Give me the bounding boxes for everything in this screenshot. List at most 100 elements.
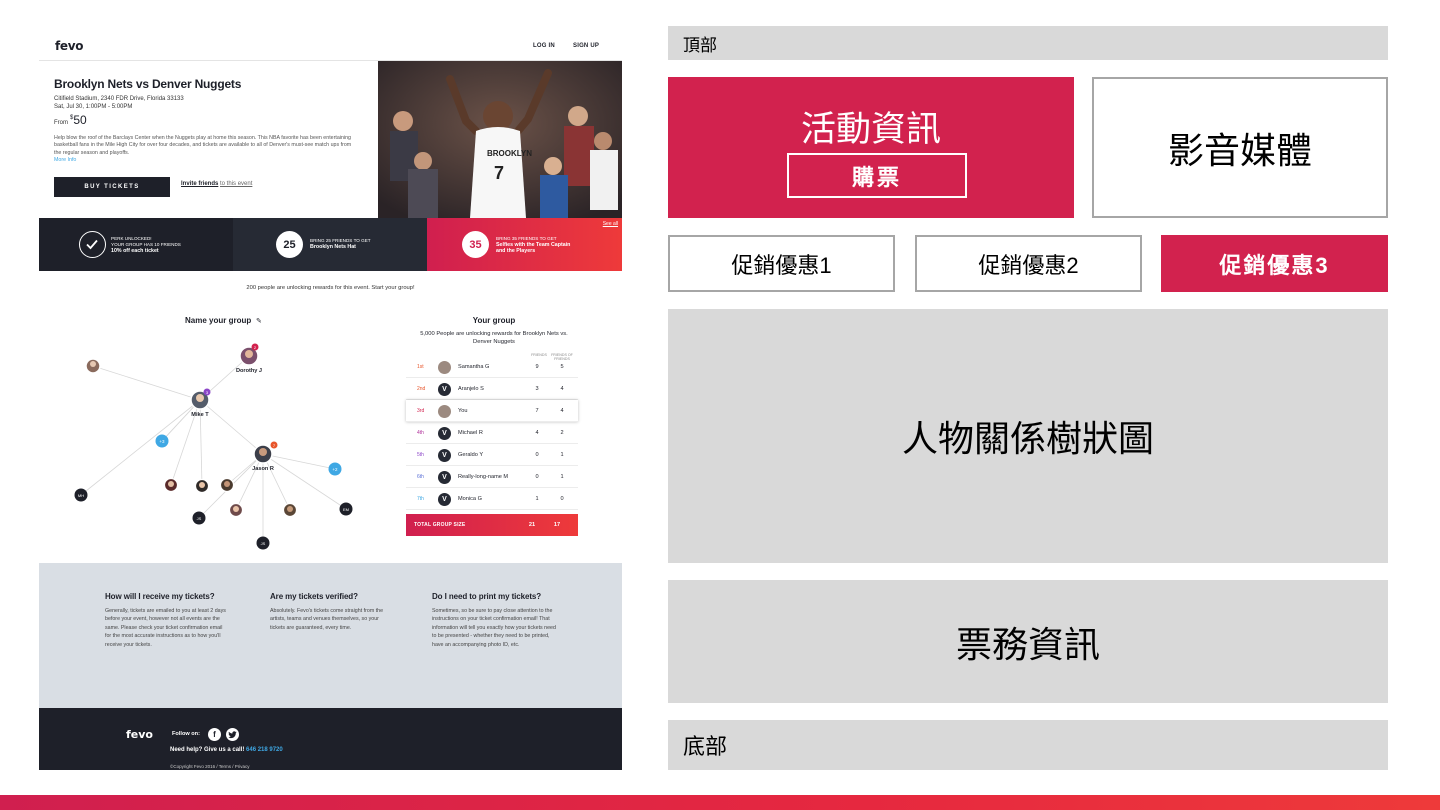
phone-link[interactable]: 646 218 9720 bbox=[246, 747, 283, 753]
brand-accent-bar bbox=[0, 795, 1440, 810]
login-link[interactable]: LOG IN bbox=[533, 43, 555, 49]
tree-node-initials[interactable]: MH bbox=[78, 493, 84, 498]
rank-position: 6th bbox=[417, 474, 424, 480]
help-line: Need help? Give us a call! 646 218 9720 bbox=[170, 747, 283, 753]
total-friends: 21 bbox=[528, 522, 536, 528]
perk-count-badge: 25 bbox=[276, 231, 303, 258]
member-friends: 0 bbox=[535, 452, 539, 458]
member-name: Michael R bbox=[458, 430, 483, 436]
leaderboard-row[interactable]: 3rd You 7 4 bbox=[406, 400, 578, 422]
leaderboard-row[interactable]: 4th V Michael R 4 2 bbox=[406, 422, 578, 444]
event-venue: Citifield Stadium, 2340 FDR Drive, Flori… bbox=[54, 96, 184, 102]
wireframe-buy-button[interactable]: 購票 bbox=[787, 153, 967, 198]
perk-35-friends: See all 35 BRING 35 FRIENDS TO GET Selfi… bbox=[427, 218, 622, 271]
twitter-icon[interactable] bbox=[226, 728, 239, 741]
member-name: Aranjelo S bbox=[458, 386, 484, 392]
wireframe-header-block: 頂部 bbox=[668, 26, 1388, 60]
invite-friends-link[interactable]: Invite friends to this event bbox=[181, 181, 252, 187]
perk-count-badge: 35 bbox=[462, 231, 489, 258]
avatar[interactable] bbox=[253, 444, 273, 464]
avatar[interactable] bbox=[194, 478, 210, 494]
member-avatar bbox=[438, 405, 451, 418]
member-avatar: V bbox=[438, 427, 451, 440]
tree-node-label: Mike T bbox=[191, 412, 209, 418]
tree-node-initials[interactable]: EM bbox=[343, 507, 349, 512]
faq-section: How will I receive my tickets? Generally… bbox=[39, 563, 622, 708]
slide-canvas: fevo LOG IN SIGN UP Brooklyn Nets vs Den… bbox=[0, 0, 1440, 810]
member-name: Samantha G bbox=[458, 364, 490, 370]
tree-edge bbox=[199, 399, 264, 455]
avatar[interactable] bbox=[163, 477, 179, 493]
tree-node-more[interactable]: +3 bbox=[159, 439, 165, 444]
buy-tickets-button[interactable]: BUY TICKETS bbox=[54, 177, 170, 197]
member-name: Monica G bbox=[458, 496, 482, 502]
svg-text:7: 7 bbox=[494, 163, 504, 183]
member-name: Geraldo Y bbox=[458, 452, 484, 458]
more-info-link[interactable]: More Info bbox=[54, 157, 76, 163]
tree-edge bbox=[80, 399, 201, 496]
wireframe-event-info-label: 活動資訊 bbox=[800, 110, 941, 149]
fevo-logo[interactable]: fevo bbox=[55, 39, 84, 53]
group-name-title[interactable]: Name your group bbox=[185, 316, 251, 325]
member-name: Really-long-name M bbox=[458, 474, 509, 480]
member-fof: 1 bbox=[560, 452, 564, 458]
member-fof: 4 bbox=[560, 386, 564, 392]
leaderboard-row[interactable]: 7th V Monica G 1 0 bbox=[406, 488, 578, 510]
event-hero-photo: BROOKLYN 7 bbox=[378, 61, 622, 218]
site-footer: fevo Follow on: f Need help? Give us a c… bbox=[39, 708, 622, 770]
your-group-title: Your group bbox=[472, 316, 516, 325]
event-price: From $50 bbox=[54, 113, 364, 127]
member-friends: 1 bbox=[535, 496, 539, 502]
wireframe-promo-1: 促銷優惠1 bbox=[668, 235, 895, 292]
wireframe-ticket-info-block: 票務資訊 bbox=[668, 580, 1388, 703]
price-value: 50 bbox=[73, 113, 87, 127]
member-friends: 4 bbox=[535, 430, 539, 436]
rank-position: 7th bbox=[417, 496, 424, 502]
rank-position: 1st bbox=[417, 364, 424, 370]
leaderboard-table: 1st Samantha G 9 5 2nd V Aranjelo S 3 4 3rd You 7 4 4… bbox=[406, 356, 578, 510]
perk-25-friends: 25 BRING 25 FRIENDS TO GET Brooklyn Nets… bbox=[233, 218, 427, 271]
leaderboard-row[interactable]: 5th V Geraldo Y 0 1 bbox=[406, 444, 578, 466]
tree-node-label: Dorothy J bbox=[236, 368, 262, 374]
footer-logo[interactable]: fevo bbox=[126, 728, 153, 741]
avatar[interactable] bbox=[282, 502, 298, 518]
see-all-link[interactable]: See all bbox=[603, 221, 618, 227]
top-nav: fevo LOG IN SIGN UP bbox=[39, 27, 622, 61]
tree-edge bbox=[92, 365, 201, 401]
tree-node-more[interactable]: +2 bbox=[332, 467, 338, 472]
avatar[interactable] bbox=[228, 502, 244, 518]
wireframe-promo-2: 促銷優惠2 bbox=[915, 235, 1142, 292]
copyright: ©Copyright Fevo 2016 / Terms / Privacy bbox=[170, 764, 250, 769]
wireframe-media-block: 影音媒體 bbox=[1092, 77, 1388, 218]
avatar[interactable] bbox=[219, 477, 235, 493]
member-avatar bbox=[438, 361, 451, 374]
faq-item: How will I receive my tickets? Generally… bbox=[105, 592, 226, 648]
tree-node-initials[interactable]: JS bbox=[197, 516, 202, 521]
tree-node-label: Jason R bbox=[252, 466, 274, 472]
facebook-icon[interactable]: f bbox=[208, 728, 221, 741]
tree-node-initials[interactable]: JS bbox=[261, 541, 266, 546]
rank-position: 5th bbox=[417, 452, 424, 458]
leaderboard-row[interactable]: 2nd V Aranjelo S 3 4 bbox=[406, 378, 578, 400]
event-page-mockup: fevo LOG IN SIGN UP Brooklyn Nets vs Den… bbox=[39, 27, 622, 770]
rank-position: 4th bbox=[417, 430, 424, 436]
member-fof: 4 bbox=[560, 408, 564, 414]
rewards-strip: PERK UNLOCKED! YOUR GROUP HAS 10 FRIENDS… bbox=[39, 218, 622, 271]
member-avatar: V bbox=[438, 471, 451, 484]
avatar[interactable] bbox=[85, 358, 101, 374]
member-avatar: V bbox=[438, 493, 451, 506]
signup-link[interactable]: SIGN UP bbox=[573, 43, 599, 49]
pencil-icon[interactable]: ✎ bbox=[256, 317, 262, 325]
rank-position: 3rd bbox=[417, 408, 425, 414]
leaderboard-row[interactable]: 1st Samantha G 9 5 bbox=[406, 356, 578, 378]
event-description: Help blow the roof of the Barclays Cente… bbox=[54, 135, 352, 163]
price-from-label: From bbox=[54, 120, 68, 126]
wireframe-event-info-block: 活動資訊 購票 bbox=[668, 77, 1074, 218]
member-friends: 0 bbox=[535, 474, 539, 480]
member-fof: 5 bbox=[560, 364, 564, 370]
your-group-subtitle: 5,000 People are unlocking rewards for B… bbox=[420, 331, 568, 345]
member-friends: 9 bbox=[535, 364, 539, 370]
leaderboard-row[interactable]: 6th V Really-long-name M 0 1 bbox=[406, 466, 578, 488]
event-info: Brooklyn Nets vs Denver Nuggets Citifiel… bbox=[54, 77, 364, 164]
member-friends: 3 bbox=[535, 386, 539, 392]
